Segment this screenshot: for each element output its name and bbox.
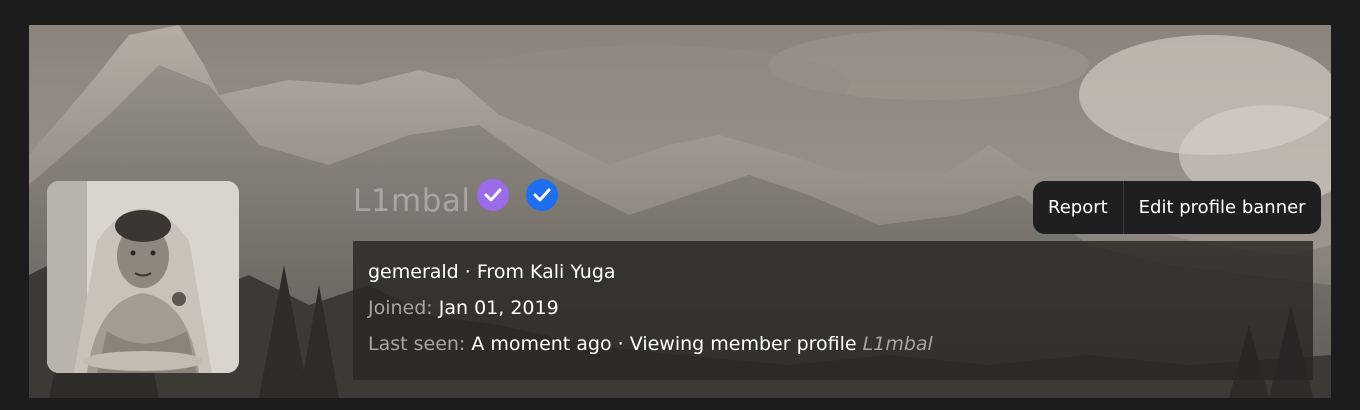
separator: · bbox=[458, 261, 477, 283]
joined-value: Jan 01, 2019 bbox=[438, 297, 559, 319]
joined-line: Joined: Jan 01, 2019 bbox=[368, 295, 1298, 331]
last-seen-line: Last seen: A moment ago · Viewing member… bbox=[368, 331, 1298, 367]
check-badge-blue-icon[interactable] bbox=[525, 178, 559, 212]
check-badge-purple-icon[interactable] bbox=[476, 178, 510, 212]
handle-link[interactable]: gemerald bbox=[368, 261, 459, 283]
profile-actions: Report Edit profile banner bbox=[1033, 181, 1321, 234]
edit-profile-banner-button[interactable]: Edit profile banner bbox=[1124, 181, 1321, 234]
location-text: From Kali Yuga bbox=[476, 261, 616, 283]
joined-label: Joined: bbox=[368, 297, 433, 319]
profile-username: L1mbal bbox=[353, 183, 471, 219]
report-button[interactable]: Report bbox=[1033, 181, 1123, 234]
activity-target[interactable]: L1mbal bbox=[863, 333, 933, 355]
activity-link[interactable]: Viewing member profile bbox=[630, 333, 857, 355]
last-seen-value: A moment ago bbox=[471, 333, 612, 355]
separator: · bbox=[611, 333, 630, 355]
avatar[interactable] bbox=[47, 181, 239, 373]
profile-banner: L1mbal Report Edit profile banner gemera… bbox=[29, 25, 1331, 398]
avatar-image bbox=[47, 181, 239, 373]
last-seen-label: Last seen: bbox=[368, 333, 466, 355]
profile-info-panel: gemerald · From Kali Yuga Joined: Jan 01… bbox=[353, 241, 1313, 380]
identity-line: gemerald · From Kali Yuga bbox=[368, 259, 1298, 295]
